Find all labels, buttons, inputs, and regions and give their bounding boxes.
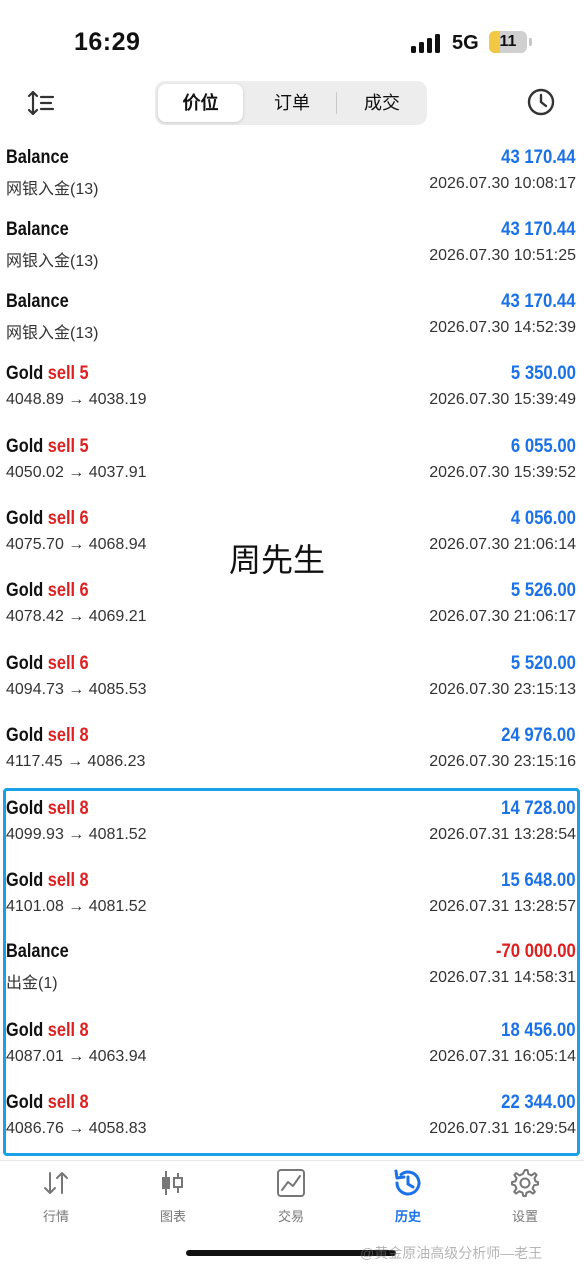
symbol: Gold [6, 580, 44, 601]
gear-icon [511, 1169, 539, 1197]
status-time: 16:29 [74, 28, 141, 56]
battery-icon: 11 [489, 31, 527, 53]
network-type: 5G [452, 32, 479, 54]
timestamp: 2026.07.30 21:06:14 [429, 536, 576, 553]
tab-deals[interactable]: 成交 [337, 81, 427, 125]
list-item[interactable]: Gold sell 8 24 976.00 4117.45 → 4086.23 … [0, 715, 584, 787]
symbol: Balance [6, 291, 69, 312]
nav-quotes[interactable]: 行情 [16, 1167, 96, 1225]
detail: 网银入金(13) [6, 253, 99, 270]
profit-amount: 6 055.00 [510, 436, 576, 457]
time-filter-button[interactable] [526, 87, 556, 117]
detail: 网银入金(13) [6, 325, 99, 342]
tab-price[interactable]: 价位 [158, 84, 243, 122]
quotes-icon [44, 1172, 68, 1194]
detail: 4078.42 → 4069.21 [6, 608, 147, 625]
watermark-text: @黄金原油高级分析师—老王 [360, 1245, 543, 1261]
timestamp: 2026.07.30 10:08:17 [429, 175, 576, 192]
trade-icon [277, 1169, 305, 1197]
symbol: Gold [6, 725, 44, 746]
list-item[interactable]: Gold sell 5 6 055.00 4050.02 → 4037.91 2… [0, 426, 584, 498]
battery-level: 11 [499, 33, 517, 50]
timestamp: 2026.07.30 23:15:13 [429, 681, 576, 698]
list-item[interactable]: Gold sell 6 5 520.00 4094.73 → 4085.53 2… [0, 643, 584, 715]
profit-amount: 24 976.00 [501, 725, 576, 746]
list-item[interactable]: Balance 43 170.44 网银入金(13) 2026.07.30 14… [0, 281, 584, 353]
timestamp: 2026.07.30 23:15:16 [429, 753, 576, 770]
nav-label: 图表 [159, 1209, 186, 1224]
action: sell 6 [47, 580, 89, 601]
timestamp: 2026.07.30 15:39:52 [429, 464, 576, 481]
nav-chart[interactable]: 图表 [133, 1167, 213, 1225]
profit-amount: 5 526.00 [510, 580, 576, 601]
highlight-box [3, 788, 580, 1156]
list-item[interactable]: Gold sell 5 5 350.00 4048.89 → 4038.19 2… [0, 353, 584, 425]
overlay-name-text: 周先生 [229, 542, 326, 578]
symbol: Balance [6, 147, 69, 168]
list-item[interactable]: Balance 43 170.44 网银入金(13) 2026.07.30 10… [0, 209, 584, 281]
segmented-tabs: 价位 订单 成交 [155, 81, 427, 125]
nav-label: 行情 [42, 1209, 69, 1224]
timestamp: 2026.07.30 15:39:49 [429, 391, 576, 408]
profit-amount: 43 170.44 [501, 219, 576, 240]
nav-label: 历史 [394, 1209, 421, 1224]
timestamp: 2026.07.30 10:51:25 [429, 247, 576, 264]
profit-amount: 43 170.44 [501, 291, 576, 312]
action: sell 5 [47, 436, 89, 457]
tab-orders[interactable]: 订单 [248, 81, 336, 125]
symbol: Gold [6, 436, 44, 457]
detail: 4050.02 → 4037.91 [6, 464, 147, 481]
profit-amount: 5 520.00 [510, 653, 576, 674]
nav-history[interactable]: 历史 [368, 1167, 448, 1225]
sort-button[interactable] [26, 88, 56, 118]
symbol: Gold [6, 363, 44, 384]
action: sell 6 [47, 508, 89, 529]
detail: 4048.89 → 4038.19 [6, 391, 147, 408]
timestamp: 2026.07.30 21:06:17 [429, 608, 576, 625]
status-bar: 16:29 5G 11 [0, 0, 584, 80]
profit-amount: 5 350.00 [510, 363, 576, 384]
chart-icon [162, 1171, 183, 1195]
history-icon [394, 1169, 421, 1196]
list-item[interactable]: Balance 43 170.44 网银入金(13) 2026.07.30 10… [0, 137, 584, 209]
nav-settings[interactable]: 设置 [485, 1167, 565, 1225]
nav-label: 交易 [277, 1209, 304, 1224]
sort-icon [27, 90, 55, 116]
symbol: Balance [6, 219, 69, 240]
detail: 网银入金(13) [6, 181, 99, 198]
action: sell 6 [47, 653, 89, 674]
detail: 4094.73 → 4085.53 [6, 681, 147, 698]
profit-amount: 43 170.44 [501, 147, 576, 168]
signal-icon [411, 33, 443, 53]
symbol: Gold [6, 508, 44, 529]
action: sell 5 [47, 363, 89, 384]
clock-icon [527, 88, 555, 116]
profit-amount: 4 056.00 [510, 508, 576, 529]
timestamp: 2026.07.30 14:52:39 [429, 319, 576, 336]
detail: 4075.70 → 4068.94 [6, 536, 147, 553]
nav-label: 设置 [511, 1209, 538, 1224]
action: sell 8 [47, 725, 89, 746]
nav-trade[interactable]: 交易 [251, 1167, 331, 1225]
detail: 4117.45 → 4086.23 [6, 753, 146, 770]
symbol: Gold [6, 653, 44, 674]
